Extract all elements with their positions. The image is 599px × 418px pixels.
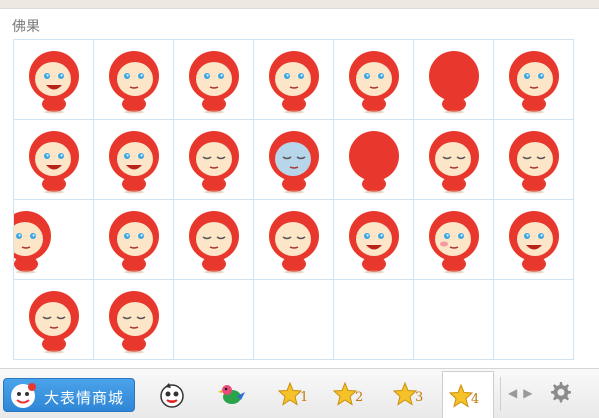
- peek-emoticon-icon: [14, 211, 51, 274]
- emoticon-slot-empty: [494, 280, 574, 360]
- emoticon-lying-down[interactable]: [414, 120, 494, 200]
- star-icon: [278, 382, 302, 406]
- pale-emoticon-icon: [269, 131, 319, 194]
- emoticon-pale[interactable]: [254, 120, 334, 200]
- emoticon-slot-empty: [174, 280, 254, 360]
- star-tab-number: 2: [355, 390, 364, 405]
- emoticon-grin[interactable]: [14, 40, 94, 120]
- tab-scroll-arrows: ◀ ▶: [508, 386, 538, 400]
- emoticon-hiding[interactable]: [334, 120, 414, 200]
- mascot-face-icon: [160, 383, 184, 408]
- emoticon-slot-empty: [334, 280, 414, 360]
- hiding-emoticon-icon: [349, 131, 399, 194]
- emoticon-grid: [13, 39, 574, 360]
- emoticon-calm[interactable]: [174, 200, 254, 280]
- tongue-emoticon-icon: [29, 131, 79, 194]
- star-icon: [393, 382, 417, 406]
- emoticon-sleeping[interactable]: [254, 200, 334, 280]
- emoticon-teary[interactable]: [174, 40, 254, 120]
- emoticon-happy[interactable]: [494, 200, 574, 280]
- emoticon-mall-button[interactable]: 大表情商城: [3, 378, 135, 412]
- prev-tab-button[interactable]: ◀: [508, 386, 517, 400]
- teary-emoticon-icon: [189, 51, 239, 114]
- emoticon-panel: 佛果: [0, 8, 599, 369]
- star-tab-number: 1: [300, 390, 309, 405]
- mascot-icon: [11, 383, 36, 408]
- emoticon-blush[interactable]: [414, 200, 494, 280]
- surprised-emoticon-icon: [349, 211, 399, 274]
- gear-icon[interactable]: [548, 380, 572, 404]
- emoticon-thinking[interactable]: [254, 40, 334, 120]
- emoticon-peek[interactable]: [14, 200, 94, 280]
- tab-star-2[interactable]: 2: [327, 378, 373, 412]
- emoticon-laugh[interactable]: [94, 120, 174, 200]
- emoticon-surprised[interactable]: [334, 200, 414, 280]
- tab-star-1[interactable]: 1: [272, 378, 318, 412]
- thinking-emoticon-icon: [269, 51, 319, 114]
- tab-parrot[interactable]: [212, 378, 252, 412]
- emoticon-back-turned[interactable]: [414, 40, 494, 120]
- next-tab-button[interactable]: ▶: [523, 386, 532, 400]
- emoticon-wave[interactable]: [94, 200, 174, 280]
- grin-emoticon-icon: [29, 51, 79, 114]
- emoticon-sigh[interactable]: [94, 280, 174, 360]
- sleepy-emoticon-icon: [189, 131, 239, 194]
- emoticon-slot-empty: [254, 280, 334, 360]
- emoticon-content[interactable]: [494, 120, 574, 200]
- star-tab-number: 3: [415, 390, 424, 405]
- tab-mascot-face[interactable]: [152, 378, 192, 412]
- emoticon-cry[interactable]: [14, 280, 94, 360]
- emoticon-tab-bar: 大表情商城 1 2 3 4 ◀ ▶: [0, 368, 599, 418]
- smug-emoticon-icon: [109, 51, 159, 114]
- content-emoticon-icon: [509, 131, 559, 194]
- emoticon-sleepy[interactable]: [174, 120, 254, 200]
- emoticon-peace-sign[interactable]: [494, 40, 574, 120]
- back-turned-emoticon-icon: [429, 51, 479, 114]
- star-tab-number: 4: [471, 392, 480, 407]
- category-title: 佛果: [12, 19, 40, 35]
- happy-emoticon-icon: [509, 211, 559, 274]
- tab-star-4[interactable]: 4: [442, 371, 494, 418]
- divider: [500, 377, 501, 411]
- emoticon-dizzy[interactable]: [334, 40, 414, 120]
- peace-sign-emoticon-icon: [509, 51, 559, 114]
- tab-star-3[interactable]: 3: [387, 378, 433, 412]
- sleeping-emoticon-icon: [269, 211, 319, 274]
- emoticon-mall-label: 大表情商城: [44, 389, 125, 407]
- emoticon-slot-empty: [414, 280, 494, 360]
- wave-emoticon-icon: [109, 211, 159, 274]
- star-icon: [449, 384, 473, 408]
- parrot-icon: [218, 385, 245, 404]
- emoticon-smug[interactable]: [94, 40, 174, 120]
- sigh-emoticon-icon: [109, 291, 159, 354]
- lying-down-emoticon-icon: [429, 131, 479, 194]
- emoticon-tongue[interactable]: [14, 120, 94, 200]
- laugh-emoticon-icon: [109, 131, 159, 194]
- star-icon: [333, 382, 357, 406]
- cry-emoticon-icon: [29, 291, 79, 354]
- blush-emoticon-icon: [429, 211, 479, 274]
- calm-emoticon-icon: [189, 211, 239, 274]
- dizzy-emoticon-icon: [349, 51, 399, 114]
